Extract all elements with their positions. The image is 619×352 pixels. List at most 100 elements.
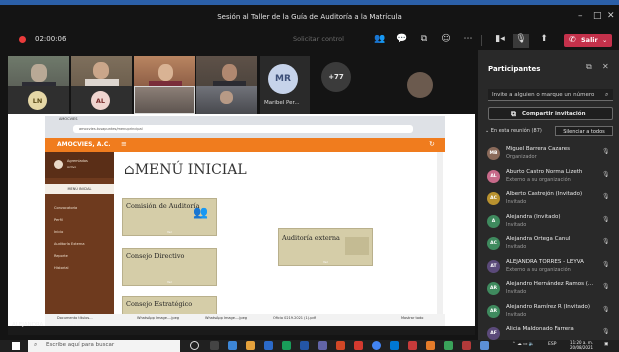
edge-icon[interactable]: [228, 341, 237, 350]
refresh-icon[interactable]: ↻: [429, 140, 435, 148]
sidebar-item-convocatoria[interactable]: Convocatoria: [54, 206, 77, 210]
mic-off-icon[interactable]: 🎙: [513, 34, 529, 48]
card-link[interactable]: Ver: [123, 280, 216, 284]
video-tile[interactable]: MR Maribel Per...: [260, 56, 310, 114]
taskbar-search-input[interactable]: ⌕ Escribe aquí para buscar: [28, 340, 180, 352]
rooms-icon[interactable]: ⧉: [418, 34, 430, 44]
clock-date: 20/08/2021: [570, 345, 594, 350]
card-comision-auditoria[interactable]: Comisión de Auditoría 👥 Ver: [122, 198, 217, 236]
people-icon: 👥: [193, 205, 208, 219]
powerpoint-icon[interactable]: [336, 341, 345, 350]
download-item[interactable]: Oficio 0219.2021 (1).pdf: [273, 316, 316, 320]
clock[interactable]: 11:20 a. m. 20/08/2021: [570, 340, 593, 350]
card-auditoria-externa[interactable]: Auditoría externa Ver: [278, 228, 373, 266]
window-title: Sesión al Taller de la Guía de Auditoría…: [217, 13, 402, 21]
close-button[interactable]: ✕: [607, 11, 615, 21]
cortana-icon[interactable]: [190, 341, 199, 350]
user-avatar: [54, 160, 63, 169]
video-tile[interactable]: [196, 86, 257, 114]
more-participants-tile[interactable]: +77: [316, 56, 358, 98]
participant-row[interactable]: AR Alejandro Hernández Ramos (... Invitado…: [486, 279, 616, 301]
avatar: AT: [487, 259, 500, 273]
outlook-icon[interactable]: [390, 341, 399, 350]
download-item[interactable]: WhatsApp Image....jpeg: [205, 316, 247, 320]
search-icon[interactable]: ⌕: [605, 91, 608, 99]
more-icon[interactable]: ⋯: [462, 34, 474, 44]
leave-button[interactable]: ✆ Salir ⌄: [564, 34, 612, 47]
participants-icon[interactable]: 👥: [374, 34, 386, 44]
sidebar-item-inicio[interactable]: Inicio: [54, 230, 63, 234]
avatar: AF: [487, 327, 500, 340]
mute-all-button[interactable]: Silenciar a todos: [555, 126, 613, 136]
sidebar-header: MENÚ INICIAL: [45, 184, 114, 194]
address-bar[interactable]: amocvies.tusapuntes/menuprincipal: [73, 125, 413, 133]
in-meeting-section[interactable]: ⌄ En esta reunión (87): [485, 128, 542, 134]
participant-name: Alejandra (Invitado): [506, 213, 561, 220]
maximize-button[interactable]: □: [593, 11, 602, 21]
app-sidebar: Agremiados Activo MENÚ INICIAL Convocato…: [45, 152, 114, 335]
video-tile[interactable]: LN: [8, 86, 69, 114]
pop-out-icon[interactable]: ⧉: [586, 62, 592, 72]
sidebar-item-auditoria[interactable]: Auditoría Externa: [54, 242, 85, 246]
app-icon[interactable]: [480, 341, 489, 350]
store-icon[interactable]: [264, 341, 273, 350]
camera-off-icon[interactable]: ▮◂: [494, 34, 506, 44]
task-view-icon[interactable]: [210, 341, 219, 350]
close-icon[interactable]: ✕: [602, 62, 609, 71]
share-tray-icon[interactable]: ⬆: [538, 34, 550, 44]
card-consejo-directivo[interactable]: Consejo Directivo Ver: [122, 248, 217, 286]
page-title-text: MENÚ INICIAL: [134, 162, 247, 178]
participant-row[interactable]: AC Alejandra Ortega Canul Invitado 🎙: [486, 234, 616, 256]
in-meeting-label: En esta reunión (87): [490, 128, 542, 134]
request-control-button[interactable]: Solicitar control: [293, 35, 344, 43]
app-icon[interactable]: [408, 341, 417, 350]
home-icon: ⌂: [124, 162, 135, 178]
card-link[interactable]: Ver: [279, 260, 372, 264]
word-icon[interactable]: [300, 341, 309, 350]
scrollbar[interactable]: [437, 152, 443, 335]
reactions-icon[interactable]: ☺: [440, 34, 452, 44]
browser-tab[interactable]: AMOCVIES: [59, 117, 77, 121]
participant-row[interactable]: AT ALEJANDRA TORRES - LEYVA Externo a su o…: [486, 257, 616, 279]
minimize-button[interactable]: –: [578, 11, 583, 21]
video-tile[interactable]: [134, 86, 195, 114]
firefox-icon[interactable]: [426, 341, 435, 350]
card-label: Auditoría externa: [282, 234, 340, 242]
menu-toggle-icon[interactable]: ≡: [121, 140, 127, 148]
participant-row[interactable]: AC Alberto Castrejón (Invitado) Invitado 🎙: [486, 189, 616, 211]
participant-name: Aburto Castro Norma Lizeth: [506, 168, 583, 175]
notifications-icon[interactable]: ▣: [604, 342, 608, 347]
sidebar-item-historial[interactable]: Historial: [54, 266, 68, 270]
share-invite-button[interactable]: ⧉ Compartir invitación: [488, 107, 613, 120]
file-explorer-icon[interactable]: [246, 341, 255, 350]
show-all-downloads[interactable]: Mostrar todo: [401, 316, 423, 320]
card-link[interactable]: Ver: [123, 230, 216, 234]
participant-row[interactable]: AR Alejandro Ramírez R (Invitado) Invitado…: [486, 302, 616, 324]
chrome-icon[interactable]: [372, 341, 381, 350]
download-item[interactable]: WhatsApp Image....jpeg: [137, 316, 179, 320]
video-tile[interactable]: AL: [71, 86, 132, 114]
windows-start-icon[interactable]: [12, 342, 20, 350]
shared-screen: AMOCVIES amocvies.tusapuntes/menuprincip…: [8, 114, 475, 335]
teams-icon[interactable]: [318, 341, 327, 350]
invite-input[interactable]: Invite a alguien o marque un número: [488, 89, 613, 101]
system-tray-icons[interactable]: ⌃ ☁ ▭ 🔈: [512, 342, 534, 347]
self-video-tile[interactable]: [405, 70, 435, 100]
search-icon: ⌕: [34, 341, 38, 348]
app-icon[interactable]: [462, 341, 471, 350]
participant-name: Alejandra Ortega Canul: [506, 236, 571, 242]
participant-row[interactable]: MB Miguel Barrera Cazares Organizador 🎙: [486, 144, 616, 166]
participant-name: ALEJANDRA TORRES - LEYVA: [506, 258, 584, 265]
chat-icon[interactable]: 💬: [396, 34, 408, 44]
acrobat-icon[interactable]: [354, 341, 363, 350]
sidebar-item-perfil[interactable]: Perfil: [54, 218, 63, 222]
app-icon[interactable]: [444, 341, 453, 350]
sidebar-item-reporte[interactable]: Reporte: [54, 254, 68, 258]
participant-row[interactable]: A Alejandra (Invitado) Invitado 🎙: [486, 212, 616, 234]
chevron-down-icon[interactable]: ⌄: [602, 36, 607, 44]
excel-icon[interactable]: [282, 341, 291, 350]
download-item[interactable]: Documento títulos...: [57, 316, 93, 320]
leave-label: Salir: [581, 36, 598, 44]
participant-row[interactable]: AL Aburto Castro Norma Lizeth Externo a su…: [486, 167, 616, 189]
language-indicator[interactable]: ESP: [548, 342, 556, 347]
